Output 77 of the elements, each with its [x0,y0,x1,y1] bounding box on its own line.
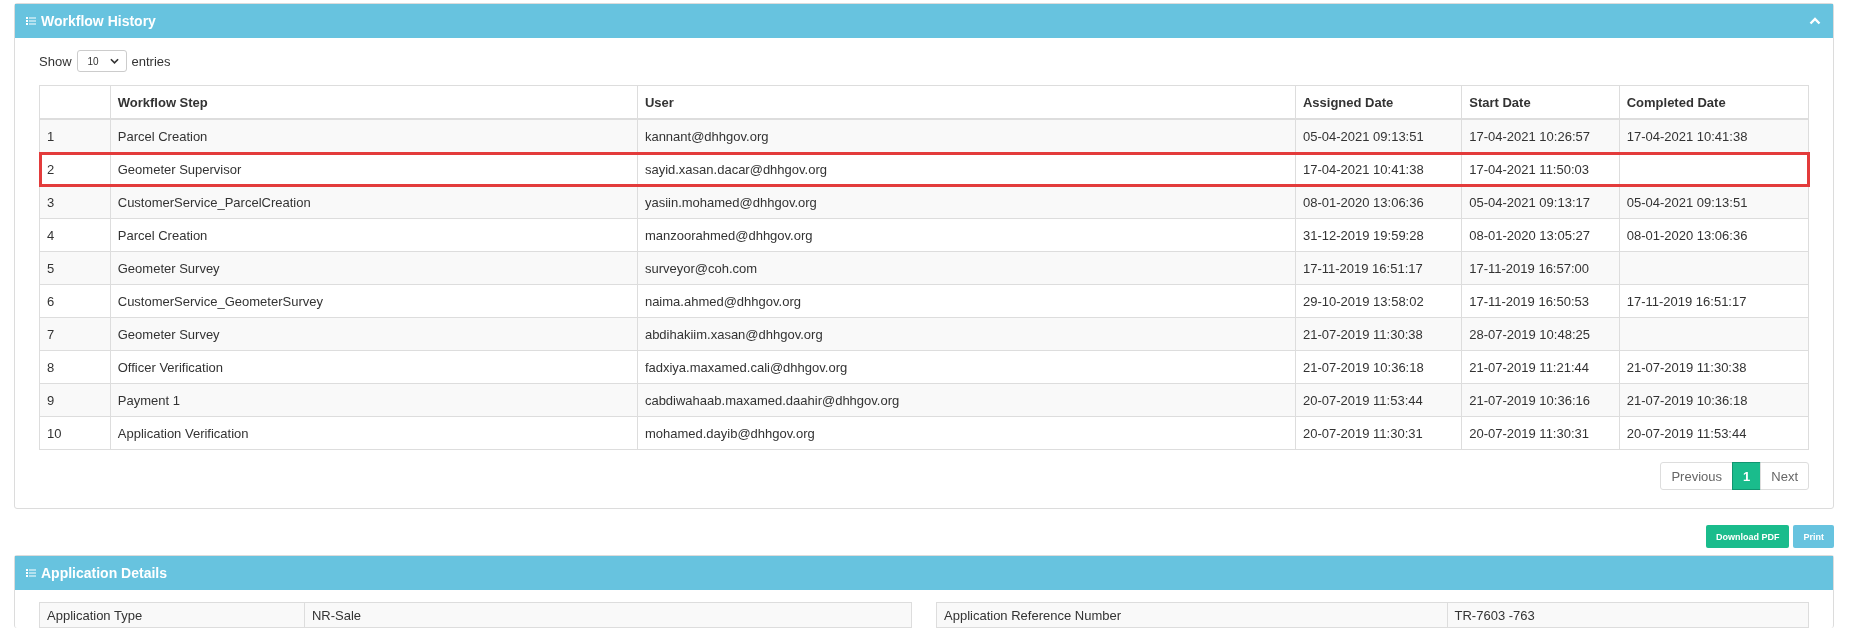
date-cell: 17-04-2021 10:41:38 [1626,128,1748,144]
date-cell: 17-11-2019 16:51:17 [1302,260,1423,276]
step-cell: Parcel Creation [117,227,208,243]
page-nav-button[interactable]: Previous [1660,462,1734,490]
date-cell: 20-07-2019 11:30:31 [1302,425,1423,441]
row-number: 9 [47,392,55,408]
caret-icon [109,58,119,64]
date-cell: 17-11-2019 16:50:53 [1469,293,1589,309]
step-cell: CustomerService_GeometerSurvey [117,293,323,309]
column-header: Assigned Date [1302,94,1394,110]
step-cell: Application Verification [117,425,249,441]
date-cell: 08-01-2020 13:06:36 [1302,194,1424,210]
page-nav-button[interactable]: Next [1760,462,1809,490]
user-cell: cabdiwahaab.maxamed.daahir@dhhgov.org [644,392,900,408]
field-label: Application Reference Number [944,608,1122,623]
step-cell: CustomerService_ParcelCreation [117,194,311,210]
user-cell: naima.ahmed@dhhgov.org [644,293,801,309]
entries-label: entries [131,53,171,69]
date-cell: 05-04-2021 09:13:17 [1469,194,1590,210]
date-cell: 05-04-2021 09:13:51 [1626,194,1748,210]
date-cell: 21-07-2019 10:36:16 [1469,392,1590,408]
user-cell: sayid.xasan.dacar@dhhgov.org [644,161,827,177]
row-number: 4 [47,227,55,243]
field-label: Application Type [47,608,143,623]
row-number: 8 [47,359,55,375]
step-cell: Geometer Survey [117,326,220,342]
date-cell: 21-07-2019 11:30:38 [1626,359,1747,375]
user-cell: manzoorahmed@dhhgov.org [644,227,813,243]
date-cell: 31-12-2019 19:59:28 [1302,227,1424,243]
date-cell: 05-04-2021 09:13:51 [1302,128,1424,144]
user-cell: abdihakiim.xasan@dhhgov.org [644,326,823,342]
field-value: TR-7603 -763 [1454,608,1535,623]
column-header: Start Date [1469,94,1531,110]
date-cell: 21-07-2019 10:36:18 [1626,392,1748,408]
step-cell: Officer Verification [117,359,223,375]
list-icon [26,568,36,578]
row-number: 3 [47,194,55,210]
date-cell: 17-11-2019 16:51:17 [1626,293,1747,309]
date-cell: 20-07-2019 11:30:31 [1469,425,1589,441]
panel-title: Workflow History [41,13,156,29]
user-cell: yasiin.mohamed@dhhgov.org [644,194,817,210]
step-cell: Payment 1 [117,392,180,408]
date-cell: 17-04-2021 11:50:03 [1469,161,1589,177]
date-cell: 17-11-2019 16:57:00 [1469,260,1589,276]
date-cell: 20-07-2019 11:53:44 [1302,392,1423,408]
show-label: Show [39,53,72,69]
page-size-select[interactable]: 10 [76,50,127,72]
date-cell: 17-04-2021 10:41:38 [1302,161,1424,177]
date-cell: 08-01-2020 13:05:27 [1469,227,1590,243]
row-number: 6 [47,293,55,309]
user-cell: kannant@dhhgov.org [644,128,769,144]
column-header: Workflow Step [117,94,208,110]
user-cell: fadxiya.maxamed.cali@dhhgov.org [644,359,848,375]
row-number: 5 [47,260,55,276]
date-cell: 20-07-2019 11:53:44 [1626,425,1747,441]
user-cell: surveyor@coh.com [644,260,758,276]
step-cell: Geometer Survey [117,260,220,276]
row-number: 10 [47,425,62,441]
list-icon [26,16,36,26]
column-header: Completed Date [1626,94,1726,110]
date-cell: 29-10-2019 13:58:02 [1302,293,1424,309]
step-cell: Geometer Supervisor [117,161,242,177]
row-number: 7 [47,326,55,342]
step-cell: Parcel Creation [117,128,208,144]
row-number: 1 [47,128,55,144]
date-cell: 17-04-2021 10:26:57 [1469,128,1590,144]
row-number: 2 [47,161,55,177]
date-cell: 08-01-2020 13:06:36 [1626,227,1748,243]
column-header: User [644,94,674,110]
collapse-icon[interactable] [1809,17,1821,25]
date-cell: 21-07-2019 11:21:44 [1469,359,1589,375]
user-cell: mohamed.dayib@dhhgov.org [644,425,815,441]
date-cell: 21-07-2019 10:36:18 [1302,359,1424,375]
date-cell: 21-07-2019 11:30:38 [1302,326,1423,342]
date-cell: 28-07-2019 10:48:25 [1469,326,1590,342]
panel-title: Application Details [41,565,168,581]
field-value: NR-Sale [311,608,362,623]
